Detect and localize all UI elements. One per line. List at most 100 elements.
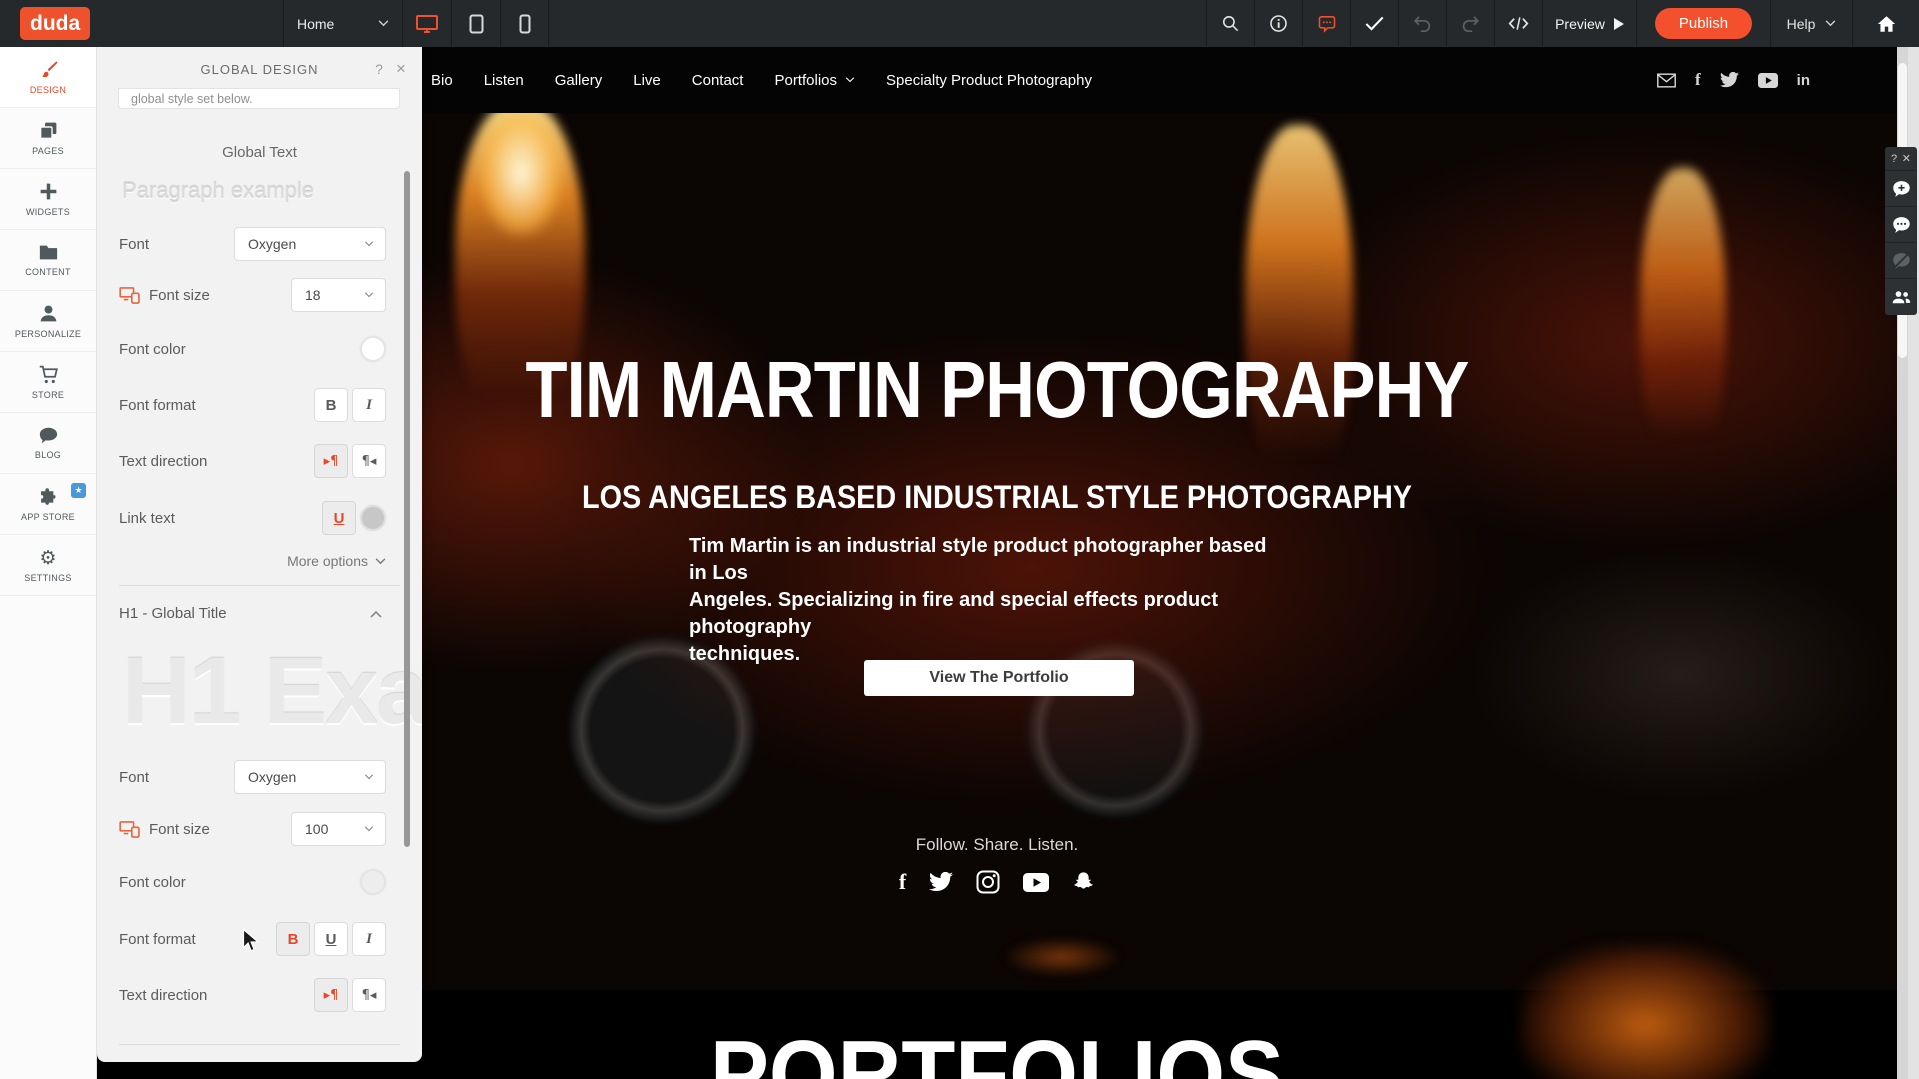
sidebar-item-label: BLOG bbox=[35, 450, 61, 460]
tablet-view-button[interactable] bbox=[451, 0, 500, 47]
link-color-swatch[interactable] bbox=[360, 505, 386, 531]
h1-font-size-select[interactable]: 100 bbox=[291, 812, 386, 846]
h1-font-select[interactable]: Oxygen bbox=[234, 760, 386, 794]
plus-icon bbox=[38, 181, 59, 202]
nav-link-live[interactable]: Live bbox=[633, 72, 661, 89]
h1-underline-button[interactable]: U bbox=[314, 922, 348, 956]
font-label: Font bbox=[119, 769, 149, 786]
sidebar-item-settings[interactable]: ⚙ SETTINGS bbox=[0, 535, 96, 596]
sidebar-item-personalize[interactable]: PERSONALIZE bbox=[0, 291, 96, 352]
redo-button[interactable] bbox=[1446, 0, 1494, 47]
h1-section-header[interactable]: H1 - Global Title bbox=[119, 605, 382, 622]
devices-icon bbox=[119, 821, 141, 838]
sidebar-item-widgets[interactable]: WIDGETS bbox=[0, 169, 96, 230]
duda-logo[interactable]: duda bbox=[20, 7, 90, 40]
toolbar-close-button[interactable]: ✕ bbox=[1902, 152, 1911, 165]
comments-list-button[interactable] bbox=[1885, 207, 1917, 243]
italic-button[interactable]: I bbox=[352, 388, 386, 422]
h1-ltr-button[interactable]: ▸¶ bbox=[314, 978, 348, 1012]
preview-button[interactable]: Preview bbox=[1542, 0, 1636, 47]
ltr-icon: ▸¶ bbox=[324, 988, 339, 1003]
youtube-icon[interactable] bbox=[1023, 873, 1049, 892]
dev-mode-button[interactable] bbox=[1494, 0, 1542, 47]
instagram-icon[interactable] bbox=[976, 870, 1000, 894]
h1-italic-button[interactable]: I bbox=[352, 922, 386, 956]
undo-button[interactable] bbox=[1398, 0, 1446, 47]
youtube-icon[interactable] bbox=[1758, 73, 1778, 88]
desktop-view-button[interactable] bbox=[402, 0, 451, 47]
snapchat-icon[interactable] bbox=[1072, 871, 1095, 893]
nav-link-gallery[interactable]: Gallery bbox=[555, 72, 603, 89]
info-button[interactable] bbox=[1254, 0, 1302, 47]
nav-link-listen[interactable]: Listen bbox=[484, 72, 524, 89]
sidebar-item-blog[interactable]: BLOG bbox=[0, 413, 96, 474]
puzzle-icon bbox=[38, 486, 59, 507]
h1-bold-button[interactable]: B bbox=[276, 922, 310, 956]
text-direction-label: Text direction bbox=[119, 453, 207, 470]
h1-font-color-swatch[interactable] bbox=[360, 869, 386, 895]
feedback-button[interactable] bbox=[1302, 0, 1350, 47]
nav-link-contact[interactable]: Contact bbox=[692, 72, 744, 89]
nav-link-specialty[interactable]: Specialty Product Photography bbox=[886, 72, 1092, 89]
sidebar-item-label: DESIGN bbox=[30, 85, 66, 95]
publish-button[interactable]: Publish bbox=[1655, 8, 1752, 39]
approve-button[interactable] bbox=[1350, 0, 1398, 47]
help-menu[interactable]: Help bbox=[1770, 0, 1852, 47]
gear-icon: ⚙ bbox=[39, 548, 56, 568]
rtl-button[interactable]: ¶◂ bbox=[352, 444, 386, 478]
font-select[interactable]: Oxygen bbox=[234, 227, 386, 261]
collaborators-button[interactable] bbox=[1885, 279, 1917, 315]
dashboard-home-button[interactable] bbox=[1852, 0, 1919, 47]
nav-link-portfolios[interactable]: Portfolios bbox=[774, 72, 855, 89]
facebook-icon[interactable]: f bbox=[1695, 70, 1701, 90]
nav-link-bio[interactable]: Bio bbox=[431, 72, 453, 89]
panel-close-button[interactable]: × bbox=[390, 59, 412, 79]
search-icon bbox=[1221, 14, 1240, 33]
bold-button[interactable]: B bbox=[314, 388, 348, 422]
add-comment-icon bbox=[1892, 180, 1911, 198]
brush-icon bbox=[38, 59, 59, 80]
ltr-button[interactable]: ▸¶ bbox=[314, 444, 348, 478]
search-button[interactable] bbox=[1206, 0, 1254, 47]
text-direction-label: Text direction bbox=[119, 987, 207, 1004]
sidebar-item-store[interactable]: STORE bbox=[0, 352, 96, 413]
linkedin-icon[interactable]: in bbox=[1797, 72, 1810, 89]
facebook-icon[interactable]: f bbox=[899, 869, 906, 895]
sidebar-item-design[interactable]: DESIGN bbox=[0, 47, 96, 108]
hide-comments-button[interactable] bbox=[1885, 243, 1917, 279]
h1-rtl-button[interactable]: ¶◂ bbox=[352, 978, 386, 1012]
font-size-select[interactable]: 18 bbox=[291, 278, 386, 312]
font-color-label: Font color bbox=[119, 341, 186, 358]
speech-bubble-icon bbox=[38, 426, 59, 445]
twitter-icon[interactable] bbox=[929, 872, 953, 892]
sidebar-item-label: STORE bbox=[32, 390, 64, 400]
sidebar-item-app-store[interactable]: ★ APP STORE bbox=[0, 474, 96, 535]
play-icon bbox=[1614, 18, 1624, 30]
email-icon[interactable] bbox=[1657, 73, 1676, 88]
chevron-down-icon bbox=[364, 826, 374, 832]
sidebar-item-label: CONTENT bbox=[25, 267, 71, 277]
font-color-label: Font color bbox=[119, 874, 186, 891]
sidebar-item-label: PAGES bbox=[32, 146, 64, 156]
view-portfolio-button[interactable]: View The Portfolio bbox=[864, 660, 1134, 696]
sidebar-item-label: SETTINGS bbox=[24, 573, 71, 583]
toolbar-help-button[interactable]: ? bbox=[1891, 153, 1897, 165]
rtl-icon: ¶◂ bbox=[362, 988, 377, 1003]
twitter-icon[interactable] bbox=[1720, 72, 1739, 88]
cart-icon bbox=[38, 364, 59, 385]
info-icon bbox=[1269, 14, 1288, 33]
more-options-link[interactable]: More options bbox=[287, 553, 386, 569]
mobile-view-button[interactable] bbox=[500, 0, 549, 47]
font-color-swatch[interactable] bbox=[360, 336, 386, 362]
h1-preview: H1 Example bbox=[122, 635, 422, 753]
panel-help-button[interactable]: ? bbox=[368, 61, 390, 77]
panel-scrollbar-thumb[interactable] bbox=[404, 171, 410, 847]
add-comment-button[interactable] bbox=[1885, 171, 1917, 207]
global-design-panel: GLOBAL DESIGN ? × global style set below… bbox=[97, 47, 422, 1062]
link-underline-button[interactable]: U bbox=[322, 501, 356, 535]
chevron-down-icon bbox=[845, 77, 855, 83]
hero-subtitle: LOS ANGELES BASED INDUSTRIAL STYLE PHOTO… bbox=[187, 479, 1807, 516]
sidebar-item-content[interactable]: CONTENT bbox=[0, 230, 96, 291]
sidebar-item-pages[interactable]: PAGES bbox=[0, 108, 96, 169]
page-selector[interactable]: Home bbox=[283, 0, 402, 47]
